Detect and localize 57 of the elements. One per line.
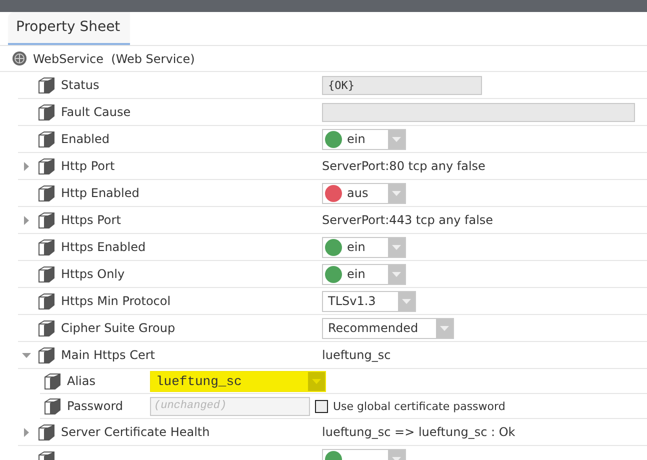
cube-icon — [38, 292, 55, 310]
caret-icon — [312, 378, 321, 384]
property-label: Https Min Protocol — [61, 294, 171, 308]
readonly-field: {OK} — [322, 76, 482, 94]
caret-icon — [440, 326, 449, 330]
property-value: lueftung_sc — [322, 348, 391, 362]
property-label: Cipher Suite Group — [61, 321, 176, 335]
property-label: Http Port — [61, 159, 115, 173]
caret-icon — [392, 136, 401, 142]
property-value: lueftung_sc => lueftung_sc : Ok — [322, 425, 516, 439]
expand-arrow-icon[interactable] — [22, 162, 30, 170]
caret-icon — [402, 298, 411, 304]
state-dropdown[interactable]: ein — [322, 236, 406, 258]
property-label: Https Port — [61, 213, 121, 227]
cube-icon — [38, 130, 55, 148]
property-label: Https Only — [61, 267, 125, 281]
property-label: Https Enabled — [61, 240, 146, 254]
select-dropdown[interactable]: Recommended — [322, 318, 454, 338]
caret-icon — [392, 456, 401, 460]
cube-icon — [38, 184, 55, 202]
property-label: Main Https Cert — [61, 348, 155, 362]
cube-icon — [38, 320, 55, 336]
cube-icon — [38, 76, 55, 94]
cube-icon — [38, 238, 55, 256]
state-dropdown[interactable]: aus — [322, 182, 406, 204]
property-label: Enabled — [61, 132, 110, 146]
property-label: Password — [67, 399, 124, 413]
property-value: ServerPort:443 tcp any false — [322, 213, 494, 227]
cube-icon — [38, 424, 55, 440]
globe-icon — [12, 51, 27, 66]
property-label: Http Enabled — [61, 186, 140, 200]
cube-icon — [38, 346, 55, 364]
select-dropdown[interactable]: TLSv1.3 — [322, 290, 416, 312]
caret-icon — [392, 190, 401, 196]
state-dropdown[interactable]: ein — [322, 128, 406, 150]
cube-icon — [44, 398, 61, 414]
property-label: Alias — [67, 374, 96, 388]
property-label: Server Certificate Health — [61, 425, 210, 439]
cube-icon — [38, 104, 55, 120]
caret-icon — [392, 244, 401, 250]
component-name: WebService (Web Service) — [33, 52, 195, 66]
property-value: ServerPort:80 tcp any false — [322, 159, 486, 173]
expand-arrow-icon[interactable] — [22, 428, 30, 436]
checkbox-label: Use global certificate password — [333, 400, 506, 412]
alias-combobox[interactable]: lueftung_sc — [150, 370, 326, 392]
property-label: Status — [61, 78, 100, 92]
caret-icon — [392, 272, 401, 276]
checkbox[interactable] — [315, 400, 328, 412]
cube-icon — [38, 266, 55, 282]
property-label: Fault Cause — [61, 105, 131, 119]
collapse-arrow-icon[interactable] — [22, 350, 30, 360]
cube-icon — [44, 372, 61, 390]
property-sheet-tab[interactable]: Property Sheet — [8, 12, 130, 45]
state-dropdown[interactable]: ein — [322, 264, 406, 284]
expand-arrow-icon[interactable] — [22, 216, 30, 224]
cube-icon — [38, 212, 55, 228]
cube-icon — [38, 158, 55, 174]
